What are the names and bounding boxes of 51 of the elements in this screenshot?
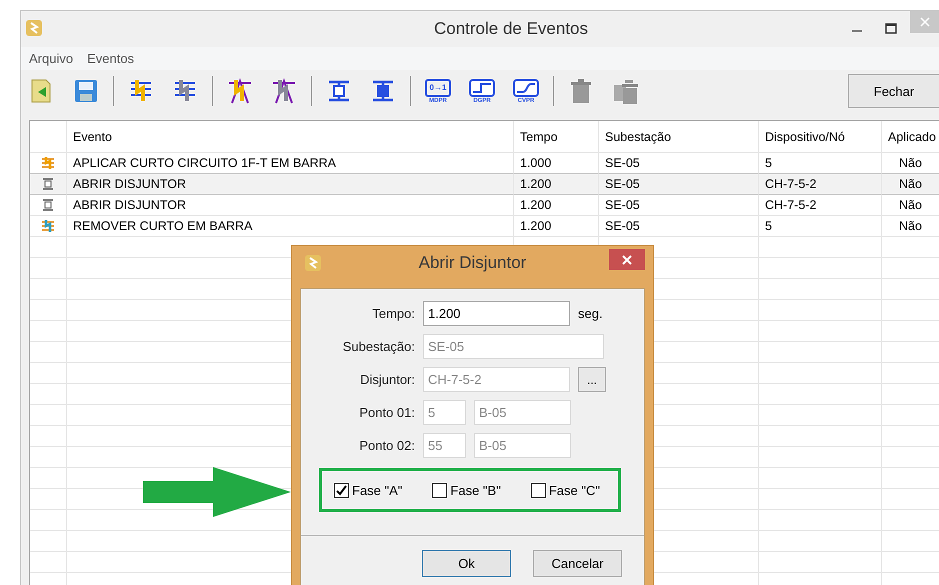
curve-icon [513,78,539,96]
trash-icon [611,77,639,105]
menu-item[interactable]: Arquivo [29,51,74,66]
check-icon [336,484,347,496]
phase-checkbox[interactable]: Fase "A" [334,482,402,498]
table-cell: 5 [759,216,882,237]
close-button[interactable]: Fechar [848,74,939,108]
save-icon [72,77,100,105]
table-cell: 1.200 [514,173,599,195]
table-cell: 1.200 [514,216,599,237]
field-label: Tempo: [371,306,415,321]
menu-item[interactable]: Eventos [87,51,134,66]
dialog-button[interactable]: Ok [422,550,511,576]
row-icon-cell[interactable] [30,216,67,237]
field-label: Ponto 02: [358,438,415,453]
table-cell: ABRIR DISJUNTOR [67,173,514,195]
table-cell: SE-05 [599,173,759,195]
dialog-button[interactable]: Cancelar [533,550,622,576]
phase-checkbox[interactable]: Fase "B" [432,482,501,498]
table-cell: ABRIR DISJUNTOR [67,195,514,216]
lightning-list-icon [41,219,55,233]
step-icon [469,78,495,96]
dialog-title: Abrir Disjuntor [418,253,526,273]
row-icon-cell[interactable] [30,195,67,216]
table-cell: Não [882,173,939,195]
field-label: Disjuntor: [359,372,415,387]
field-label: Ponto 01: [358,405,415,420]
input-field[interactable]: 1.200 [423,301,570,326]
unit-label: seg. [578,306,603,321]
lightning-list-icon [41,156,55,170]
table-cell: 1.200 [514,195,599,216]
relay-icon: 0→1 [425,78,451,96]
table-cell: CH-7-5-2 [759,195,882,216]
close-button[interactable] [609,249,645,270]
breaker-icon [41,198,55,212]
table-cell: REMOVER CURTO EM BARRA [67,216,514,237]
app-icon [304,254,322,272]
close-icon [622,254,632,264]
table-cell: SE-05 [599,195,759,216]
trash-icon [569,77,593,105]
table-cell: CH-7-5-2 [759,173,882,195]
phase-checkbox[interactable]: Fase "C" [530,482,600,498]
lightning-tower-icon [270,77,298,105]
row-icon-cell[interactable] [30,173,67,195]
table-cell: SE-05 [599,216,759,237]
field-label: Subestação: [342,339,415,354]
lightning-tower-icon [226,77,254,105]
maximize-icon[interactable] [884,23,897,35]
window-title: Controle de Eventos [432,19,588,39]
breaker-icon [41,177,55,191]
app-icon [25,19,43,37]
